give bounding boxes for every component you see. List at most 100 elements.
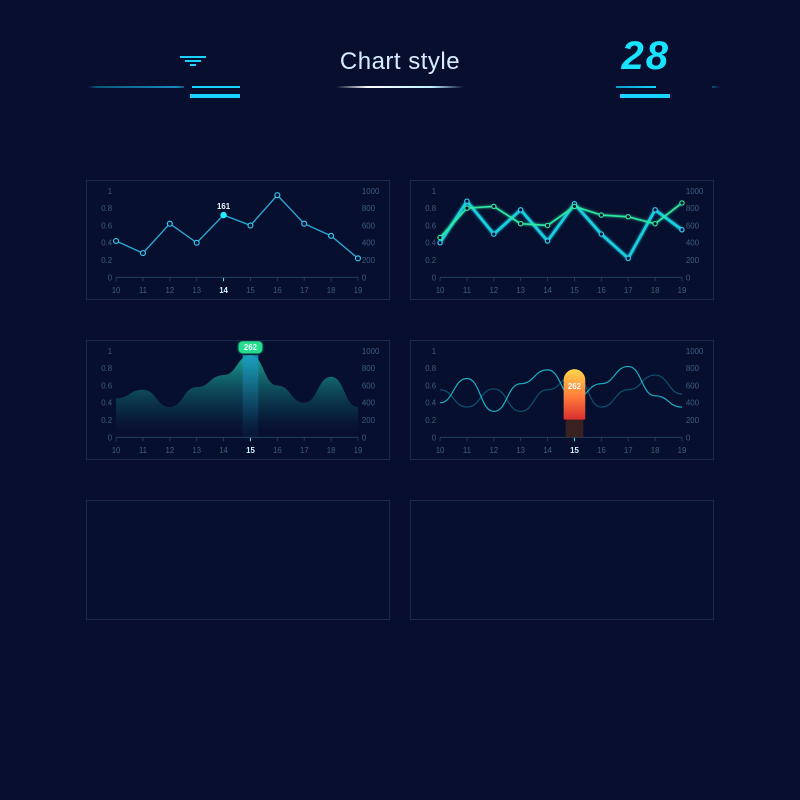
svg-text:0: 0 <box>686 273 691 282</box>
svg-text:12: 12 <box>489 446 498 455</box>
svg-text:15: 15 <box>246 286 255 295</box>
svg-text:0.8: 0.8 <box>425 204 437 213</box>
chart-panel-line-points: 00.20.40.60.8102004006008001000101112131… <box>86 180 390 300</box>
svg-text:800: 800 <box>686 364 700 373</box>
svg-text:0.8: 0.8 <box>425 364 437 373</box>
svg-text:16: 16 <box>597 286 606 295</box>
svg-text:1000: 1000 <box>686 347 704 356</box>
header: Chart style 28 <box>0 0 800 90</box>
svg-text:0.2: 0.2 <box>425 256 436 265</box>
svg-text:14: 14 <box>219 446 228 455</box>
svg-text:12: 12 <box>165 446 174 455</box>
svg-text:10: 10 <box>112 446 121 455</box>
svg-text:0: 0 <box>432 273 437 282</box>
svg-text:0.4: 0.4 <box>101 399 113 408</box>
svg-text:0.4: 0.4 <box>425 239 437 248</box>
svg-text:14: 14 <box>543 446 552 455</box>
page-title: Chart style <box>340 48 460 76</box>
svg-text:19: 19 <box>678 446 687 455</box>
svg-text:200: 200 <box>686 256 700 265</box>
svg-text:16: 16 <box>273 286 282 295</box>
svg-text:400: 400 <box>686 399 700 408</box>
svg-text:17: 17 <box>300 286 309 295</box>
svg-text:17: 17 <box>624 286 633 295</box>
svg-text:13: 13 <box>516 286 525 295</box>
svg-text:1: 1 <box>108 347 112 356</box>
svg-text:600: 600 <box>362 381 376 390</box>
svg-text:0: 0 <box>108 433 113 442</box>
svg-text:400: 400 <box>686 239 700 248</box>
svg-text:0: 0 <box>362 273 367 282</box>
chart-panel-empty <box>410 500 714 620</box>
svg-text:0.6: 0.6 <box>425 381 437 390</box>
svg-text:18: 18 <box>651 286 660 295</box>
svg-text:13: 13 <box>192 446 201 455</box>
svg-text:12: 12 <box>165 286 174 295</box>
svg-text:0: 0 <box>108 273 113 282</box>
svg-text:0: 0 <box>686 433 691 442</box>
svg-text:19: 19 <box>678 286 687 295</box>
svg-text:12: 12 <box>489 286 498 295</box>
svg-text:200: 200 <box>362 256 376 265</box>
header-divider <box>0 86 800 88</box>
svg-text:161: 161 <box>217 202 231 211</box>
svg-text:14: 14 <box>543 286 552 295</box>
svg-text:800: 800 <box>686 204 700 213</box>
svg-text:0.2: 0.2 <box>101 416 112 425</box>
svg-text:17: 17 <box>624 446 633 455</box>
filter-icon <box>180 54 206 68</box>
svg-text:400: 400 <box>362 399 376 408</box>
chart-panel-line-dual: 00.20.40.60.8102004006008001000101112131… <box>410 180 714 300</box>
svg-text:1: 1 <box>108 187 112 196</box>
svg-text:262: 262 <box>568 382 582 391</box>
svg-text:16: 16 <box>273 446 282 455</box>
svg-text:0: 0 <box>432 433 437 442</box>
svg-text:0.8: 0.8 <box>101 364 113 373</box>
svg-text:0.4: 0.4 <box>101 239 113 248</box>
svg-text:600: 600 <box>362 221 376 230</box>
svg-text:0.6: 0.6 <box>101 221 113 230</box>
svg-text:18: 18 <box>651 446 660 455</box>
svg-text:200: 200 <box>362 416 376 425</box>
svg-text:15: 15 <box>570 286 579 295</box>
svg-text:11: 11 <box>139 286 147 295</box>
svg-text:19: 19 <box>354 446 363 455</box>
svg-text:17: 17 <box>300 446 309 455</box>
svg-text:1: 1 <box>432 347 436 356</box>
svg-text:600: 600 <box>686 381 700 390</box>
svg-text:0.4: 0.4 <box>425 399 437 408</box>
chart-panel-area-highlight: 00.20.40.60.8102004006008001000101112131… <box>86 340 390 460</box>
svg-text:1000: 1000 <box>686 187 704 196</box>
svg-text:10: 10 <box>436 286 445 295</box>
accent-underline <box>620 94 670 98</box>
svg-text:0.2: 0.2 <box>425 416 436 425</box>
svg-text:18: 18 <box>327 286 336 295</box>
svg-text:1000: 1000 <box>362 347 380 356</box>
svg-text:600: 600 <box>686 221 700 230</box>
svg-text:10: 10 <box>436 446 445 455</box>
svg-text:0.8: 0.8 <box>101 204 113 213</box>
svg-text:13: 13 <box>516 446 525 455</box>
svg-text:0.6: 0.6 <box>425 221 437 230</box>
svg-text:800: 800 <box>362 364 376 373</box>
svg-text:15: 15 <box>570 446 579 455</box>
svg-text:262: 262 <box>244 343 258 352</box>
svg-text:800: 800 <box>362 204 376 213</box>
svg-text:18: 18 <box>327 446 336 455</box>
svg-text:13: 13 <box>192 286 201 295</box>
svg-text:200: 200 <box>686 416 700 425</box>
svg-text:10: 10 <box>112 286 121 295</box>
svg-text:0: 0 <box>362 433 367 442</box>
svg-text:0.6: 0.6 <box>101 381 113 390</box>
svg-text:1: 1 <box>432 187 436 196</box>
svg-text:1000: 1000 <box>362 187 380 196</box>
svg-text:0.2: 0.2 <box>101 256 112 265</box>
chart-grid: 00.20.40.60.8102004006008001000101112131… <box>86 180 714 620</box>
svg-text:11: 11 <box>139 446 147 455</box>
svg-text:11: 11 <box>463 286 471 295</box>
accent-underline <box>190 94 240 98</box>
page-number: 28 <box>622 34 671 79</box>
chart-panel-empty <box>86 500 390 620</box>
chart-panel-wave-highlight: 00.20.40.60.8102004006008001000101112131… <box>410 340 714 460</box>
svg-text:15: 15 <box>246 446 255 455</box>
